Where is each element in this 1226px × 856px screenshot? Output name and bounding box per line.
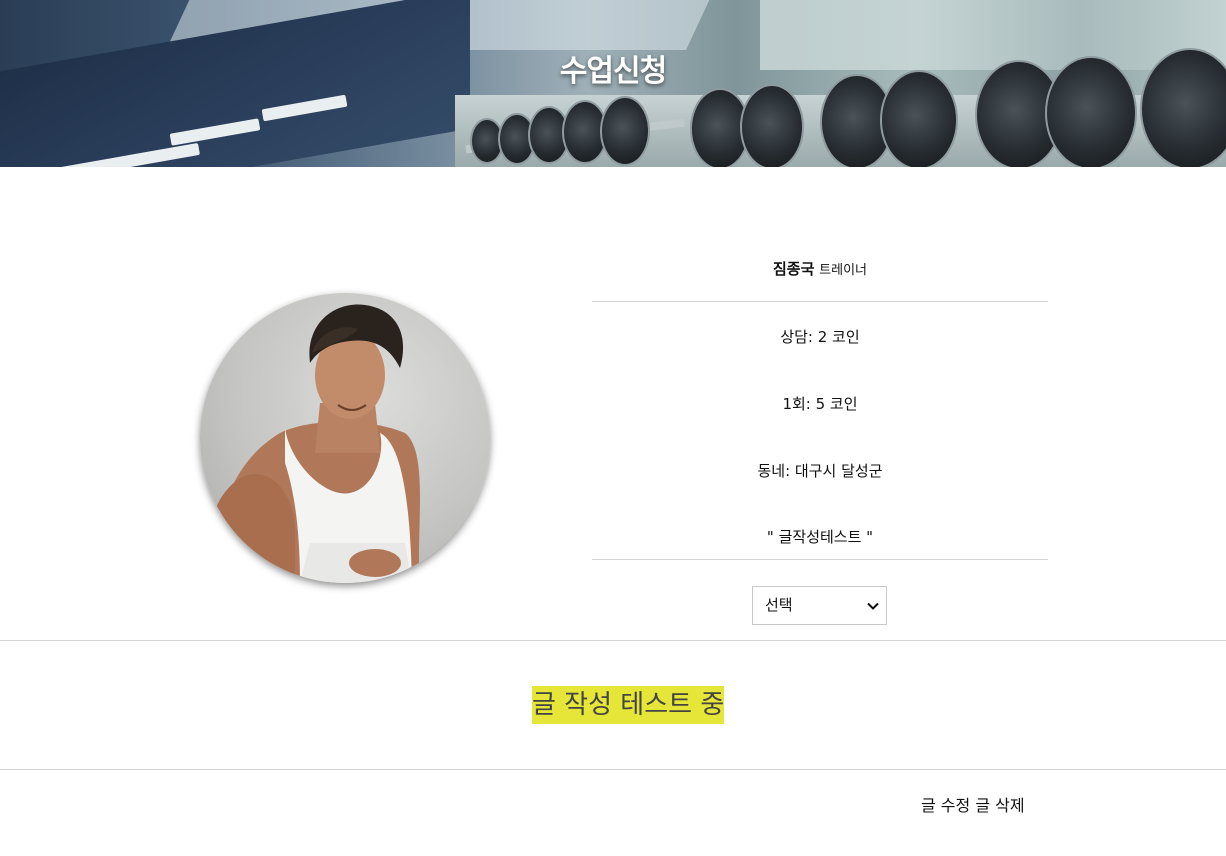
trainer-role: 트레이너 (819, 263, 868, 278)
divider (0, 769, 1226, 770)
dumbbell-plate (740, 84, 804, 167)
post-actions: 글 수정 글 삭제 (921, 792, 1025, 816)
trainer-name-row: 짐종국 트레이너 (592, 248, 1048, 302)
trainer-area: 동네: 대구시 달성군 (757, 462, 883, 480)
trainer-quote: " 글작성테스트 " (592, 503, 1048, 560)
page-title: 수업신청 (559, 54, 667, 89)
trainer-illustration (208, 304, 420, 583)
chevron-down-icon (867, 602, 879, 610)
select-value: 선택 (765, 596, 793, 614)
header-banner: 수업신청 (0, 0, 1226, 167)
post-title: 글 작성 테스트 중 (532, 686, 725, 724)
dumbbell-plate (600, 96, 650, 166)
edit-post-link[interactable]: 글 수정 (921, 796, 970, 815)
option-select[interactable]: 선택 (752, 586, 887, 625)
trainer-info: 짐종국 트레이너 상담: 2 코인 1회: 5 코인 동네: 대구시 달성군 "… (592, 248, 1048, 560)
trainer-photo (200, 293, 490, 583)
consult-price: 상담: 2 코인 (780, 328, 860, 346)
delete-post-link[interactable]: 글 삭제 (975, 796, 1024, 815)
trainer-name: 짐종국 (772, 260, 815, 278)
divider (0, 640, 1226, 641)
session-price: 1회: 5 코인 (782, 395, 858, 413)
